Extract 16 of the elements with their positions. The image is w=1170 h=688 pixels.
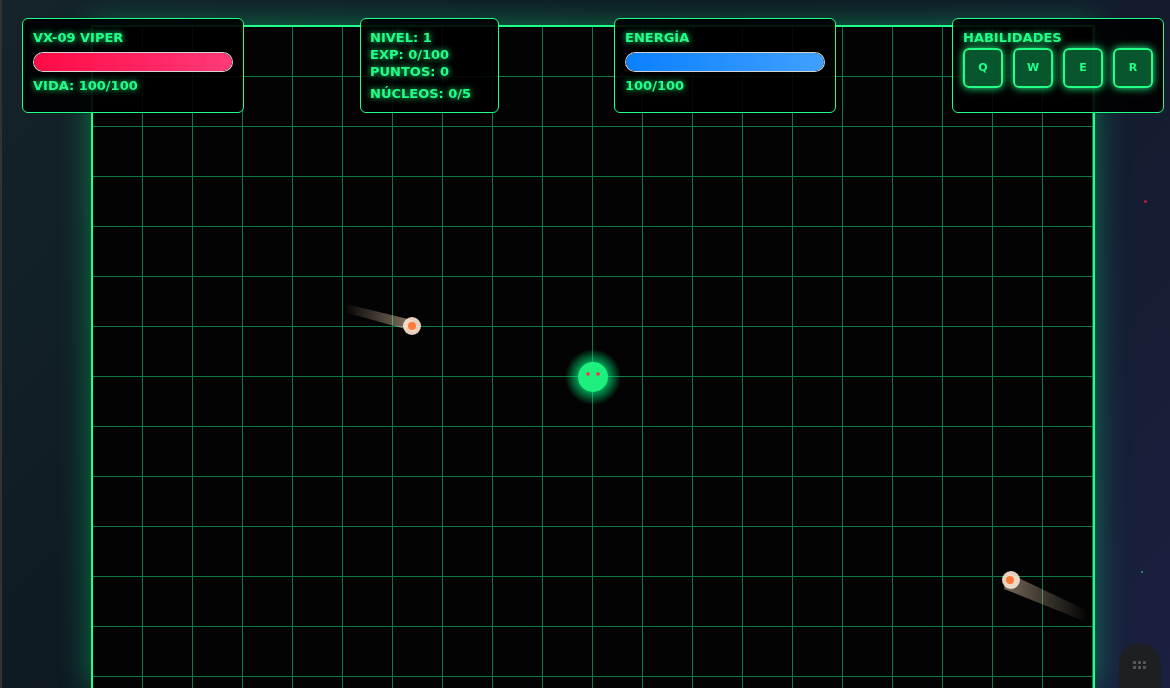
skills-title: HABILIDADES <box>963 29 1063 47</box>
ship-name: VX-09 VIPER <box>33 29 125 47</box>
energy-reading: 100/100 <box>625 77 686 95</box>
health-reading: VIDA: 100/100 <box>33 77 139 95</box>
skill-key[interactable]: Q <box>963 48 1003 88</box>
skill-key[interactable]: R <box>1113 48 1153 88</box>
skill-key[interactable]: E <box>1063 48 1103 88</box>
stat-line: EXP: 0/100 <box>370 46 451 63</box>
stat-line: NÚCLEOS: 0/5 <box>370 85 473 102</box>
skill-key[interactable]: W <box>1013 48 1053 88</box>
energy-title: ENERGÍA <box>625 29 691 47</box>
stat-line: NIVEL: 1 <box>370 29 433 46</box>
stat-line: PUNTOS: 0 <box>370 63 450 80</box>
player-drawing <box>565 349 621 405</box>
grid-icon <box>1133 661 1147 670</box>
menu-button[interactable] <box>1119 643 1161 688</box>
